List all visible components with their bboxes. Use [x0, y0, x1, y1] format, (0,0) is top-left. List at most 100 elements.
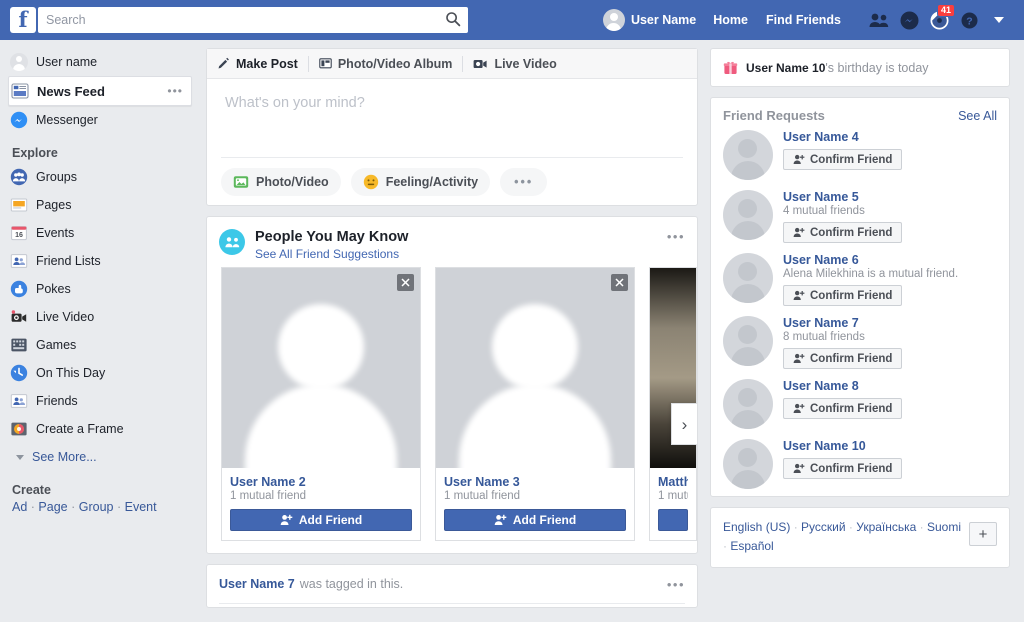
add-friend-button[interactable]: Add Friend [444, 509, 626, 531]
nav-profile-link[interactable]: User Name [595, 6, 704, 34]
language-link-ukrainian[interactable]: Українська [856, 520, 916, 534]
tab-label: Live Video [494, 57, 556, 71]
friend-lists-icon [10, 252, 28, 270]
account-menu-caret-icon[interactable] [984, 6, 1014, 34]
messenger-icon [10, 111, 28, 129]
confirm-friend-button[interactable]: Confirm Friend [783, 458, 902, 479]
friend-request-row: User Name 6 Alena Milekhina is a mutual … [711, 250, 1009, 313]
suggestion-photo[interactable] [222, 268, 420, 468]
notifications-icon[interactable]: 41 [924, 6, 954, 34]
sidebar-item-on-this-day[interactable]: On This Day [8, 359, 200, 387]
search-input[interactable] [38, 8, 468, 32]
language-link-spanish[interactable]: Español [730, 539, 773, 553]
more-options-button[interactable]: ••• [500, 168, 547, 196]
photo-video-button[interactable]: Photo/Video [221, 168, 341, 196]
confirm-friend-button[interactable]: Confirm Friend [783, 222, 902, 243]
search-box[interactable] [38, 7, 468, 33]
nav-home-link[interactable]: Home [704, 9, 757, 31]
avatar[interactable] [723, 316, 773, 366]
suggestion-info: Matthe 1 mutu [650, 468, 696, 540]
avatar[interactable] [723, 439, 773, 489]
create-link-group[interactable]: Group [79, 500, 114, 514]
avatar[interactable] [723, 379, 773, 429]
news-feed-icon [11, 82, 29, 100]
sidebar-item-label: See More... [32, 450, 97, 464]
people-you-may-know-icon [219, 229, 245, 255]
suggestion-photo[interactable] [436, 268, 634, 468]
sidebar-item-pokes[interactable]: Pokes [8, 275, 200, 303]
sidebar-news-feed-options-icon[interactable]: ••• [167, 85, 183, 97]
avatar[interactable] [723, 190, 773, 240]
composer-input-area[interactable]: What's on your mind? [207, 79, 697, 157]
messenger-icon[interactable] [894, 6, 924, 34]
see-all-friend-suggestions-link[interactable]: See All Friend Suggestions [255, 247, 408, 261]
friend-requests-icon[interactable] [864, 6, 894, 34]
requester-name[interactable]: User Name 8 [783, 379, 902, 393]
language-link-english[interactable]: English (US) [723, 520, 790, 534]
nav-find-friends-link[interactable]: Find Friends [757, 9, 850, 31]
create-link-page[interactable]: Page [38, 500, 67, 514]
sidebar-item-pages[interactable]: Pages [8, 191, 200, 219]
suggestion-name[interactable]: User Name 2 [230, 475, 412, 489]
dismiss-suggestion-button[interactable] [397, 274, 414, 291]
create-link-ad[interactable]: Ad [12, 500, 27, 514]
sidebar-item-live-video[interactable]: Live Video [8, 303, 200, 331]
add-language-button[interactable]: + [969, 522, 997, 546]
sidebar-item-news-feed[interactable]: News Feed ••• [8, 76, 192, 106]
tab-live-video[interactable]: Live Video [473, 57, 566, 71]
confirm-friend-button[interactable]: Confirm Friend [783, 348, 902, 369]
facebook-logo-icon[interactable]: f [10, 7, 36, 33]
avatar[interactable] [723, 130, 773, 180]
confirm-friend-button[interactable]: Confirm Friend [783, 149, 902, 170]
requester-name[interactable]: User Name 4 [783, 130, 902, 144]
add-friend-button[interactable] [658, 509, 688, 531]
language-link-suomi[interactable]: Suomi [927, 520, 961, 534]
requester-name[interactable]: User Name 5 [783, 190, 902, 204]
see-all-link[interactable]: See All [958, 109, 997, 123]
post-options-icon[interactable]: ••• [667, 577, 685, 592]
carousel-next-button[interactable]: › [671, 403, 697, 445]
nav-icon-group: 41 ? [864, 6, 1014, 34]
friend-request-row: User Name 4 Confirm Friend [711, 127, 1009, 187]
sidebar-item-games[interactable]: Games [8, 331, 200, 359]
sidebar-item-create-a-frame[interactable]: Create a Frame [8, 415, 200, 443]
photo-video-icon [233, 174, 249, 190]
sidebar-item-profile[interactable]: User name [8, 48, 200, 76]
tab-make-post[interactable]: Make Post [217, 57, 308, 71]
tab-photo-video-album[interactable]: Photo/Video Album [319, 57, 463, 71]
mutual-friends-text: 8 mutual friends [783, 331, 902, 343]
events-icon: 16 [10, 224, 28, 242]
add-friend-button[interactable]: Add Friend [230, 509, 412, 531]
sidebar-item-see-more[interactable]: See More... [8, 443, 200, 471]
feeling-activity-button[interactable]: Feeling/Activity [351, 168, 490, 196]
pymk-options-icon[interactable]: ••• [667, 229, 685, 244]
confirm-friend-button[interactable]: Confirm Friend [783, 398, 902, 419]
requester-name[interactable]: User Name 10 [783, 439, 902, 453]
search-icon[interactable] [445, 11, 461, 27]
suggestion-name[interactable]: Matthe [658, 475, 688, 489]
confirm-friend-button[interactable]: Confirm Friend [783, 285, 902, 306]
sidebar-item-groups[interactable]: Groups [8, 163, 200, 191]
album-icon [319, 57, 332, 70]
pages-icon [10, 196, 28, 214]
suggestion-mutual: 1 mutual friend [444, 490, 626, 502]
post-author-name[interactable]: User Name 7 [219, 577, 295, 591]
tab-label: Photo/Video Album [338, 57, 453, 71]
top-navigation-bar: f User Name Home Find Friends [0, 0, 1024, 40]
language-link-russian[interactable]: Русский [801, 520, 846, 534]
sidebar-item-messenger[interactable]: Messenger [8, 106, 200, 134]
sidebar-item-friend-lists[interactable]: Friend Lists [8, 247, 200, 275]
create-link-event[interactable]: Event [125, 500, 157, 514]
birthday-person-name[interactable]: User Name 10 [746, 61, 825, 75]
requester-name[interactable]: User Name 6 [783, 253, 958, 267]
birthday-card[interactable]: User Name 10's birthday is today [710, 48, 1010, 87]
on-this-day-icon [10, 364, 28, 382]
avatar[interactable] [723, 253, 773, 303]
help-icon[interactable]: ? [954, 6, 984, 34]
sidebar-item-friends[interactable]: Friends [8, 387, 200, 415]
dismiss-suggestion-button[interactable] [611, 274, 628, 291]
games-icon [10, 336, 28, 354]
suggestion-name[interactable]: User Name 3 [444, 475, 626, 489]
sidebar-item-events[interactable]: 16 Events [8, 219, 200, 247]
requester-name[interactable]: User Name 7 [783, 316, 902, 330]
